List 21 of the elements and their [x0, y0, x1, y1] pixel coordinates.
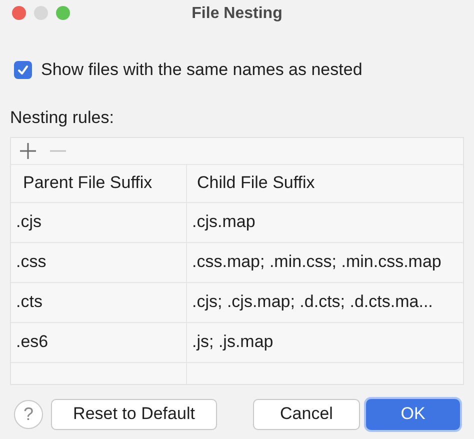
table-cell-text: .cjs [16, 211, 42, 234]
table-cell-text: .cjs.map [192, 211, 256, 234]
column-header[interactable]: Child File Suffix [197, 170, 315, 196]
zoom-window-icon[interactable] [56, 6, 70, 20]
cancel-button[interactable]: Cancel [253, 398, 360, 430]
table-cell-text: .es6 [16, 331, 48, 354]
column-header[interactable]: Parent File Suffix [23, 170, 152, 196]
reset-button[interactable]: Reset to Default [51, 398, 217, 430]
ok-button[interactable]: OK [366, 398, 460, 430]
close-window-icon[interactable] [12, 6, 26, 20]
checkmark-icon [17, 64, 29, 76]
table-cell-text: .cjs; .cjs.map; .d.cts; .d.cts.ma... [192, 291, 433, 314]
checkbox-label: Show files with the same names as nested [41, 59, 362, 81]
add-icon[interactable] [19, 142, 37, 160]
window-title: File Nesting [192, 4, 282, 22]
checkbox[interactable] [14, 60, 32, 79]
table-cell-text: .js; .js.map [192, 331, 274, 354]
table-cell-text: .css [16, 251, 46, 274]
section-label: Nesting rules: [10, 108, 114, 126]
table-cell-text: .css.map; .min.css; .min.css.map [192, 251, 442, 274]
table-cell-text: .cts [16, 291, 42, 314]
